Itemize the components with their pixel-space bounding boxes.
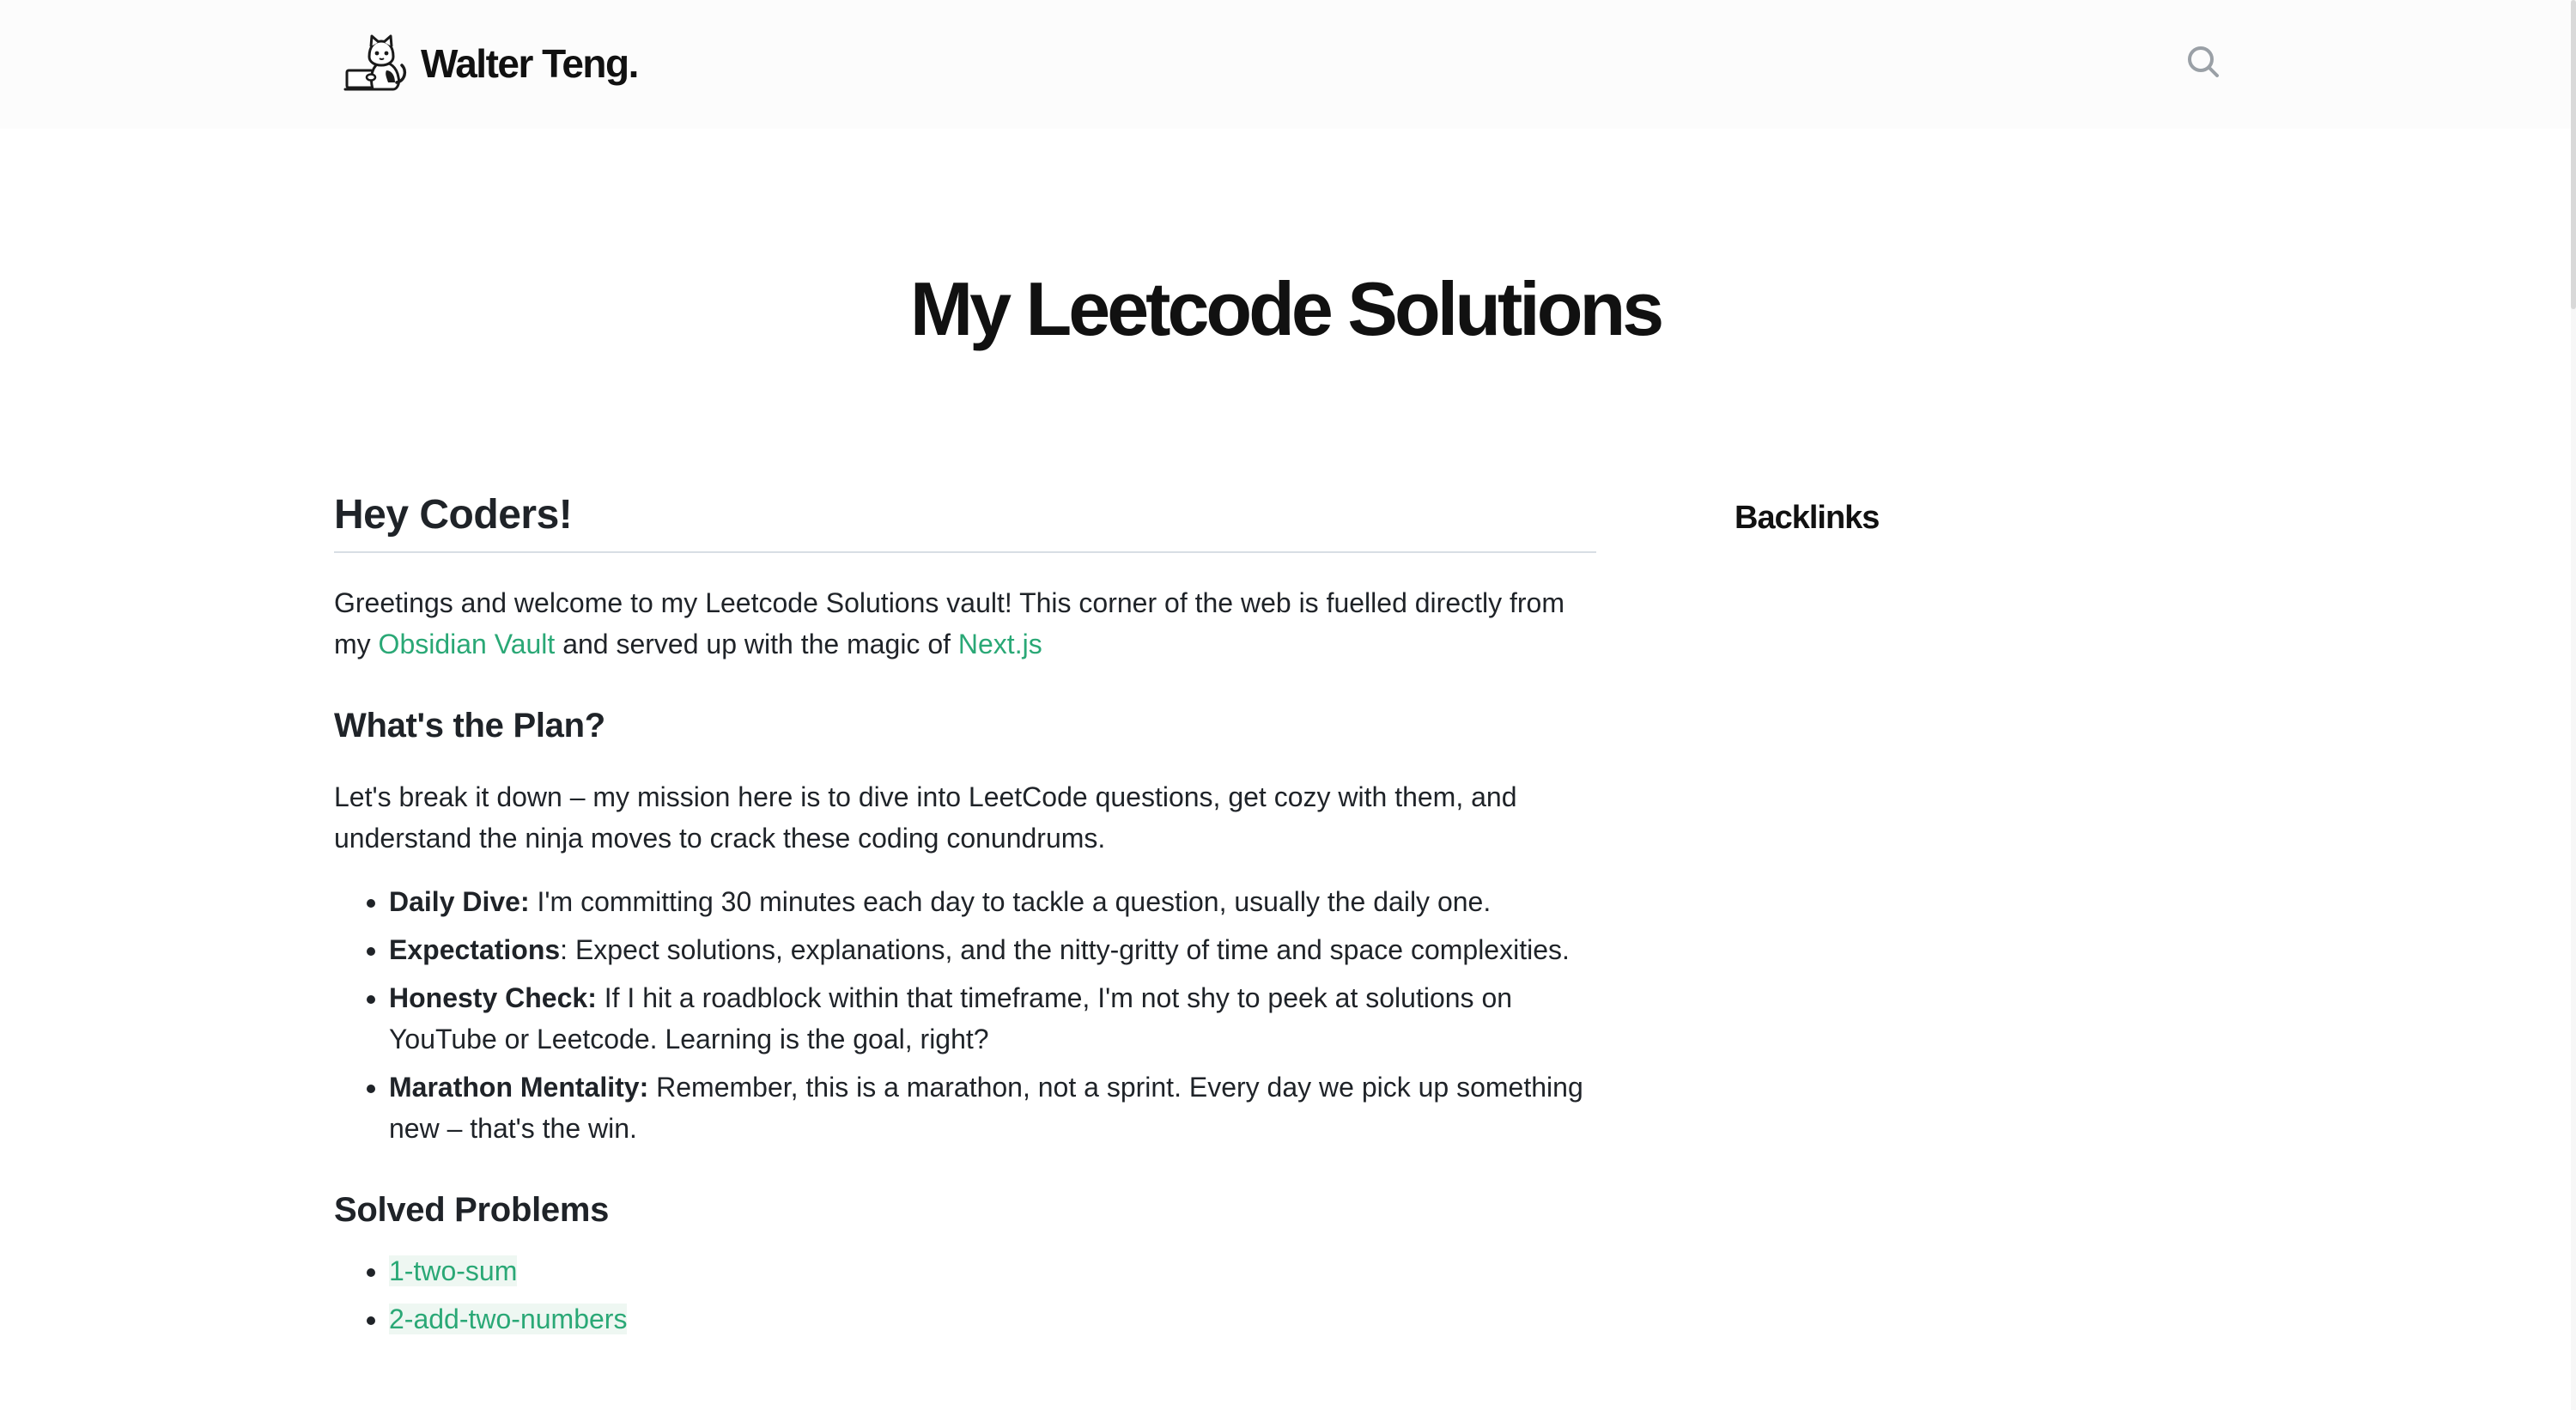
intro-heading: Hey Coders!: [334, 489, 1596, 553]
page-title: My Leetcode Solutions: [909, 266, 1664, 351]
plan-item-daily-dive: Daily Dive: I'm committing 30 minutes ea…: [389, 881, 1596, 922]
intro-text-middle: and served up with the magic of: [555, 629, 958, 659]
plan-item-label: Expectations: [389, 934, 561, 965]
plan-heading: What's the Plan?: [334, 707, 605, 745]
backlinks-heading: Backlinks: [1735, 500, 1880, 536]
brand-link[interactable]: Walter Teng.: [343, 33, 639, 94]
problem-link[interactable]: 2-add-two-numbers: [389, 1304, 628, 1334]
plan-item-marathon-mentality: Marathon Mentality: Remember, this is a …: [389, 1067, 1596, 1149]
list-item: 2-add-two-numbers: [389, 1298, 1596, 1340]
nextjs-link[interactable]: Next.js: [958, 629, 1042, 659]
plan-item-honesty-check: Honesty Check: If I hit a roadblock with…: [389, 977, 1596, 1060]
plan-item-expectations: Expectations: Expect solutions, explanat…: [389, 929, 1596, 970]
search-icon[interactable]: [2186, 43, 2221, 81]
problem-link[interactable]: 1-two-sum: [389, 1255, 518, 1286]
plan-item-text: : Expect solutions, explanations, and th…: [560, 934, 1570, 965]
intro-paragraph: Greetings and welcome to my Leetcode Sol…: [334, 582, 1596, 665]
plan-item-label: Marathon Mentality:: [389, 1072, 649, 1103]
plan-item-text: I'm committing 30 minutes each day to ta…: [529, 886, 1492, 917]
list-item: 1-two-sum: [389, 1250, 1596, 1291]
plan-list: Daily Dive: I'm committing 30 minutes ea…: [334, 881, 1596, 1149]
solved-heading: Solved Problems: [334, 1191, 610, 1229]
brand-name: Walter Teng.: [421, 41, 639, 86]
plan-item-label: Honesty Check:: [389, 982, 597, 1013]
solved-list: 1-two-sum 2-add-two-numbers: [334, 1250, 1596, 1340]
plan-paragraph: Let's break it down – my mission here is…: [334, 781, 1517, 854]
obsidian-vault-link[interactable]: Obsidian Vault: [379, 629, 556, 659]
cat-with-laptop-logo-icon: [343, 34, 407, 91]
page: Walter Teng. My Leetcode Solutions Hey C…: [0, 0, 2576, 1410]
scrollbar-thumb[interactable]: [2571, 0, 2576, 309]
site-header: Walter Teng.: [0, 0, 2571, 129]
plan-item-label: Daily Dive:: [389, 886, 530, 917]
main-content: Hey Coders! Greetings and welcome to my …: [334, 489, 1596, 1346]
